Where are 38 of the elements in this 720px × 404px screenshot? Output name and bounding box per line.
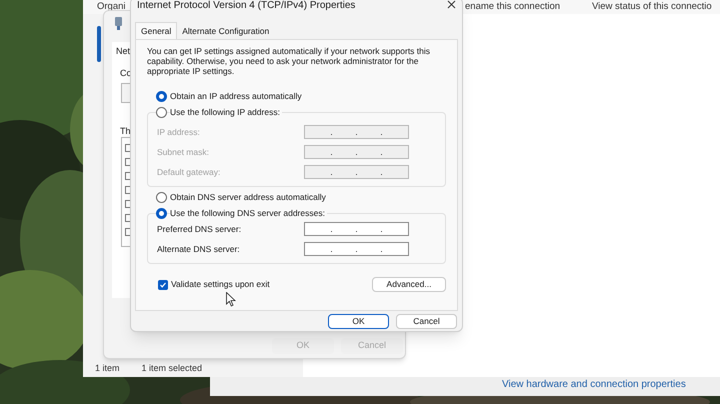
window-title: Internet Protocol Version 4 (TCP/IPv4) Properties <box>137 0 356 13</box>
radio-label: Obtain DNS server address automatically <box>170 191 328 204</box>
tab[interactable]: Alternate Configuration <box>177 24 274 39</box>
checkbox-label: Validate settings upon exit <box>171 278 270 291</box>
status-text: 1 item <box>95 362 120 376</box>
ip-address-field[interactable] <box>304 145 409 159</box>
link[interactable]: View hardware and connection properties <box>502 377 686 392</box>
close-icon[interactable] <box>447 0 456 9</box>
tab[interactable]: General <box>135 22 178 39</box>
network-icon <box>114 17 123 30</box>
ip-address-field[interactable] <box>304 222 409 236</box>
radio-label: Use the following DNS server addresses: <box>170 207 327 220</box>
status-text: 1 item selected <box>142 362 202 376</box>
description-text: You can get IP settings assigned automatically if your network supports this capability. Otherwise, you need to ask your network administrator for the appropriate IP settings. <box>147 46 432 76</box>
dialog-button[interactable]: OK <box>328 314 389 329</box>
field-label: Alternate DNS server: <box>157 242 240 256</box>
advanced-button[interactable]: Advanced... <box>372 277 446 292</box>
ip-address-field[interactable] <box>304 125 409 139</box>
list-label: Th <box>120 125 131 138</box>
radio-button[interactable] <box>156 91 167 102</box>
ip-address-field[interactable] <box>304 165 409 179</box>
dialog-button[interactable]: Cancel <box>396 314 457 329</box>
toolbar-button[interactable]: View status of this connectio <box>592 1 712 12</box>
checkbox[interactable] <box>158 280 168 290</box>
cursor-icon <box>226 292 236 307</box>
radio-button[interactable] <box>156 107 167 118</box>
radio-label: Use the following IP address: <box>170 106 282 119</box>
radio-button[interactable] <box>156 208 167 219</box>
ip-address-field[interactable] <box>304 242 409 256</box>
field-label: Subnet mask: <box>157 146 209 158</box>
field-label: IP address: <box>157 126 200 138</box>
radio-button[interactable] <box>156 192 167 203</box>
radio-label: Obtain an IP address automatically <box>170 90 304 103</box>
field-label: Default gateway: <box>157 166 220 178</box>
toolbar-button[interactable]: ename this connection <box>465 1 560 12</box>
sidebar-marker <box>97 26 101 62</box>
toolbar-button[interactable]: Organi <box>97 1 126 12</box>
field-label: Preferred DNS server: <box>157 222 242 236</box>
